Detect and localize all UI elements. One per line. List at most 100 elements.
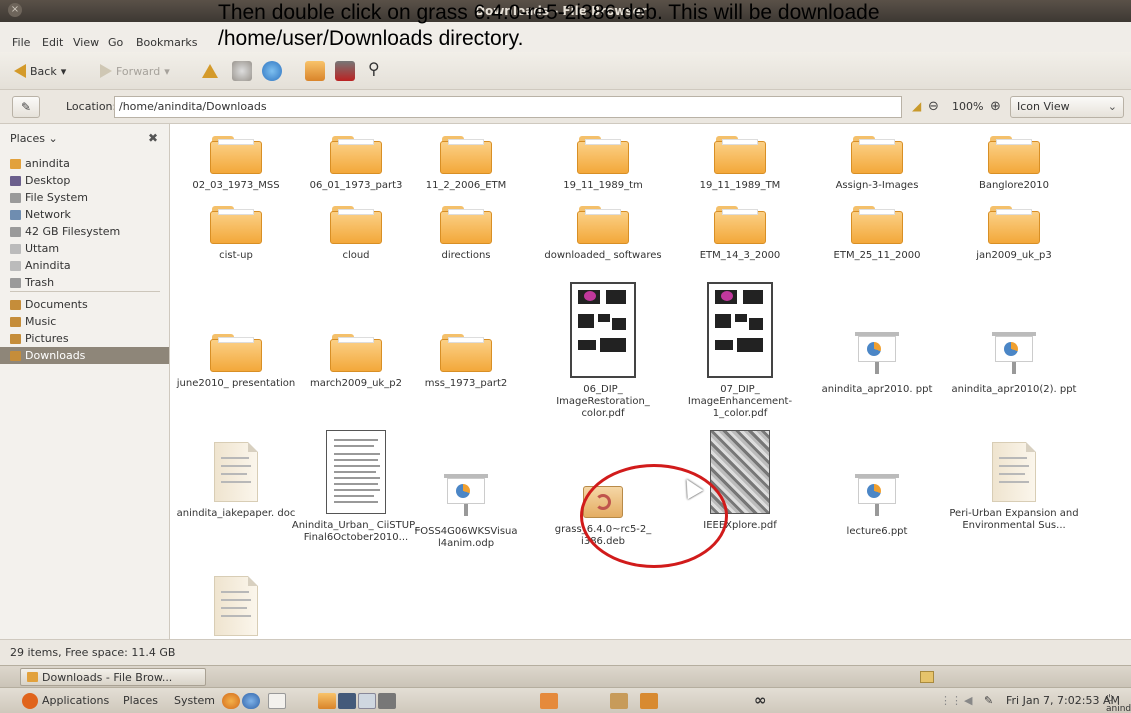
file-item[interactable]: grass_6.4.0~rc5-2_ i386.deb (538, 482, 668, 548)
file-item[interactable]: anindita_apr2010(2). ppt (949, 332, 1079, 396)
sidebar-item-anindita[interactable]: Anindita (0, 257, 169, 274)
menu-edit[interactable]: Edit (42, 36, 63, 49)
sidebar-item-uttam[interactable]: Uttam (0, 240, 169, 257)
location-input[interactable]: /home/anindita/Downloads (114, 96, 902, 118)
volume-icon[interactable]: ◀ (964, 694, 972, 707)
app-icon[interactable] (540, 693, 558, 709)
sidebar-item-file-system[interactable]: File System (0, 189, 169, 206)
file-item[interactable]: anindita_apr2010. ppt (812, 332, 942, 396)
top-panel: Applications Places System ∞ ⋮⋮ ◀ ✎ Fri … (0, 687, 1131, 713)
file-item[interactable]: anindita_iakepaper. doc (171, 442, 301, 520)
firefox-icon[interactable] (222, 693, 240, 709)
search-icon[interactable]: ⚲ (368, 58, 380, 78)
zoom-level[interactable]: 100% (952, 100, 983, 113)
chevron-down-icon[interactable]: ▾ (164, 65, 170, 78)
close-icon[interactable]: × (8, 3, 22, 17)
file-item[interactable]: mss_1973_part2 (401, 334, 531, 390)
place-icon (10, 277, 21, 288)
ubuntu-logo-icon (22, 693, 38, 709)
sidebar-item-documents[interactable]: Documents (0, 296, 169, 313)
zoom-in-icon[interactable]: ⊕ (990, 99, 1001, 114)
file-item[interactable]: 19_11_1989_TM (675, 136, 805, 192)
stop-icon[interactable] (232, 61, 252, 81)
back-button[interactable]: Back ▾ (14, 61, 66, 81)
sidebar-item-downloads[interactable]: Downloads (0, 347, 169, 364)
sidebar-item-anindita[interactable]: anindita (0, 155, 169, 172)
file-item[interactable]: jan2009_uk_p3 (949, 206, 1079, 262)
home-icon[interactable] (305, 61, 325, 81)
forward-button[interactable]: Forward ▾ (100, 61, 170, 81)
file-item[interactable]: 07_DIP_ ImageEnhancement- 1_color.pdf (675, 282, 805, 420)
infinity-icon[interactable]: ∞ (754, 691, 767, 709)
file-name: ETM_25_11_2000 (833, 250, 921, 261)
folder-icon (851, 206, 903, 244)
places-menu[interactable]: Places (123, 694, 158, 707)
folder-icon (210, 334, 262, 372)
sidebar-item-music[interactable]: Music (0, 313, 169, 330)
instruction-line-2: /home/user/Downloads directory. (218, 27, 524, 50)
taskbar-window-button[interactable]: Downloads - File Brow... (20, 668, 206, 686)
file-item[interactable]: Peri-Urban Expansion and Environmental S… (949, 442, 1079, 532)
folder-icon (577, 206, 629, 244)
file-item[interactable]: 06_DIP_ ImageRestoration_ color.pdf (538, 282, 668, 420)
file-item[interactable]: 11_2_2006_ETM (401, 136, 531, 192)
file-item[interactable]: lecture6.ppt (812, 474, 942, 538)
sidebar-item-network[interactable]: Network (0, 206, 169, 223)
menu-file[interactable]: File (12, 36, 30, 49)
zoom-out-icon[interactable]: ⊖ (928, 99, 939, 114)
reload-icon[interactable] (262, 61, 282, 81)
workspace-switcher-icon[interactable] (920, 671, 934, 683)
close-sidebar-icon[interactable]: ✖ (148, 131, 158, 145)
sidebar-item-trash[interactable]: Trash (0, 274, 169, 291)
sidebar-item-pictures[interactable]: Pictures (0, 330, 169, 347)
system-menu[interactable]: System (174, 694, 215, 707)
chevron-down-icon[interactable]: ▾ (61, 65, 67, 78)
sidebar-header[interactable]: Places ⌄ (10, 132, 58, 145)
file-item[interactable]: june2010_ presentation (171, 334, 301, 390)
file-item[interactable]: FOSS4G06WKSVisua l4anim.odp (401, 474, 531, 550)
sidebar-item-desktop[interactable]: Desktop (0, 172, 169, 189)
file-item[interactable]: ETM_14_3_2000 (675, 206, 805, 262)
home-folder-icon[interactable] (318, 693, 336, 709)
file-item[interactable]: directions (401, 206, 531, 262)
menu-go[interactable]: Go (108, 36, 123, 49)
text-editor-icon[interactable] (268, 693, 286, 709)
file-item[interactable]: Banglore2010 (949, 136, 1079, 192)
file-item[interactable]: 02_03_1973_MSS (171, 136, 301, 192)
monitor-icon[interactable] (358, 693, 376, 709)
edit-location-button[interactable]: ✎ (12, 96, 40, 118)
clock[interactable]: Fri Jan 7, 7:02:53 AM (1006, 694, 1120, 707)
file-item[interactable]: Assign-3-Images (812, 136, 942, 192)
sidebar-item-label: Music (25, 315, 57, 328)
file-name: downloaded_ softwares (544, 250, 662, 261)
menu-view[interactable]: View (73, 36, 99, 49)
file-item[interactable]: downloaded_ softwares (538, 206, 668, 262)
app-icon[interactable] (640, 693, 658, 709)
location-bar: ✎ Location: /home/anindita/Downloads ◢ ⊖… (0, 90, 1131, 124)
terminal-icon[interactable] (338, 693, 356, 709)
file-item[interactable]: cist-up (171, 206, 301, 262)
pen-icon[interactable]: ✎ (984, 694, 993, 707)
sidebar-item-label: Desktop (25, 174, 71, 187)
computer-icon[interactable] (335, 61, 355, 81)
applications-menu[interactable]: Applications (42, 694, 109, 707)
file-item[interactable]: ETM_25_11_2000 (812, 206, 942, 262)
app-icon[interactable] (610, 693, 628, 709)
clear-icon[interactable]: ◢ (912, 99, 926, 113)
menu-bookmarks[interactable]: Bookmarks (136, 36, 197, 49)
up-button[interactable] (202, 61, 218, 81)
chevron-down-icon: ⌄ (1107, 100, 1117, 113)
calculator-icon[interactable] (378, 693, 396, 709)
user-menu[interactable]: ⏻ anindita (1106, 694, 1131, 713)
sidebar-item-42-gb-filesystem[interactable]: 42 GB Filesystem (0, 223, 169, 240)
file-item[interactable]: 19_11_1989_tm (538, 136, 668, 192)
folder-icon (714, 136, 766, 174)
file-name: anindita_apr2010. ppt (821, 384, 933, 395)
place-icon (10, 333, 21, 344)
folder-icon (27, 672, 38, 682)
file-name: jan2009_uk_p3 (976, 250, 1052, 261)
help-icon[interactable] (242, 693, 260, 709)
presentation-icon (855, 474, 899, 520)
network-icon[interactable]: ⋮⋮ (940, 694, 962, 707)
view-select[interactable]: Icon View ⌄ (1010, 96, 1124, 118)
